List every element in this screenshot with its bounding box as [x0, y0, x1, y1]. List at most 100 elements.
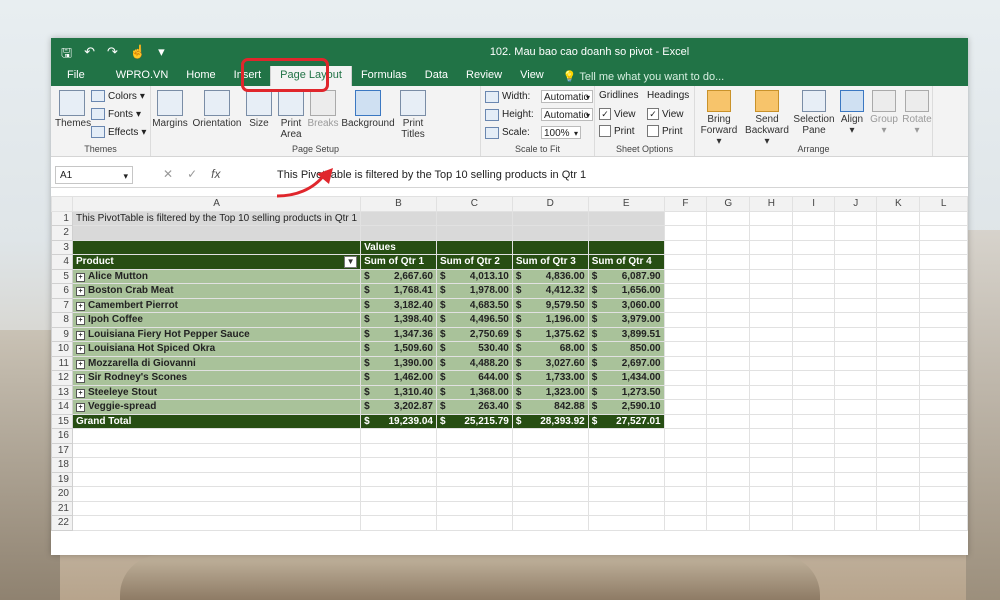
cell[interactable] — [792, 239, 836, 255]
width-dropdown[interactable]: Automatic — [541, 90, 593, 104]
cell[interactable] — [876, 500, 921, 516]
cell[interactable] — [749, 471, 794, 487]
row-header[interactable]: 16 — [51, 428, 73, 444]
cell[interactable] — [663, 457, 708, 473]
expand-icon[interactable]: + — [75, 345, 85, 355]
cell[interactable] — [876, 312, 921, 328]
cell[interactable] — [435, 225, 513, 241]
cell[interactable] — [876, 442, 921, 458]
cell[interactable] — [706, 384, 751, 400]
cell[interactable] — [511, 428, 589, 444]
row-header[interactable]: 3 — [51, 239, 73, 255]
tab-formulas[interactable]: Formulas — [352, 66, 416, 86]
print-area-button[interactable]: Print Area — [275, 90, 307, 140]
cell[interactable] — [876, 297, 921, 313]
cell[interactable] — [792, 254, 836, 270]
cell[interactable] — [749, 399, 794, 415]
cell[interactable] — [792, 457, 836, 473]
row-header[interactable]: 4 — [51, 254, 73, 270]
value-cell[interactable]: $1,434.00 — [587, 370, 665, 386]
themes-button[interactable]: Themes — [55, 90, 91, 129]
cell[interactable] — [792, 341, 836, 357]
value-cell[interactable]: $6,087.90 — [587, 268, 665, 284]
grand-total-cell[interactable]: $25,215.79 — [435, 413, 513, 429]
column-header[interactable]: F — [663, 196, 708, 212]
cell[interactable] — [792, 515, 836, 531]
align-button[interactable]: Align ▾ — [837, 90, 867, 136]
expand-icon[interactable]: + — [75, 272, 85, 282]
cell[interactable] — [919, 515, 968, 531]
row-header[interactable]: 20 — [51, 486, 73, 502]
product-header[interactable]: Product ▼ — [71, 254, 362, 270]
cell[interactable] — [435, 428, 513, 444]
cell[interactable] — [435, 457, 513, 473]
value-cell[interactable]: $3,899.51 — [587, 326, 665, 342]
cell[interactable] — [749, 457, 794, 473]
cell[interactable] — [360, 471, 437, 487]
cell[interactable] — [792, 268, 836, 284]
cell[interactable] — [663, 312, 708, 328]
cell[interactable] — [834, 428, 878, 444]
cell[interactable] — [706, 399, 751, 415]
cell[interactable] — [706, 268, 751, 284]
cell[interactable] — [919, 500, 968, 516]
cell[interactable] — [792, 486, 836, 502]
enter-icon[interactable]: ✓ — [187, 167, 197, 181]
cell[interactable] — [792, 210, 836, 226]
cell[interactable] — [792, 297, 836, 313]
tab-wpro[interactable]: WPRO.VN — [107, 66, 178, 86]
cell[interactable] — [71, 225, 362, 241]
cell[interactable] — [749, 225, 794, 241]
cell[interactable] — [919, 341, 968, 357]
value-cell[interactable]: $4,412.32 — [511, 283, 589, 299]
insert-function-icon[interactable]: fx — [211, 167, 220, 181]
cell[interactable] — [876, 355, 921, 371]
cell[interactable] — [876, 254, 921, 270]
cell[interactable] — [876, 457, 921, 473]
cell[interactable] — [919, 486, 968, 502]
cell[interactable] — [749, 355, 794, 371]
cell[interactable] — [792, 370, 836, 386]
value-cell[interactable]: $4,683.50 — [435, 297, 513, 313]
cell[interactable] — [834, 471, 878, 487]
cell[interactable] — [792, 413, 836, 429]
value-cell[interactable]: $4,488.20 — [435, 355, 513, 371]
cell[interactable] — [511, 210, 589, 226]
cell[interactable] — [919, 254, 968, 270]
cell[interactable] — [663, 297, 708, 313]
cell[interactable] — [792, 283, 836, 299]
grand-total-cell[interactable]: $27,527.01 — [587, 413, 665, 429]
tab-data[interactable]: Data — [416, 66, 457, 86]
cell[interactable] — [919, 428, 968, 444]
cell[interactable] — [706, 239, 751, 255]
row-header[interactable]: 12 — [51, 370, 73, 386]
cell[interactable] — [706, 326, 751, 342]
product-cell[interactable]: + Sir Rodney's Scones — [71, 370, 362, 386]
cell[interactable] — [749, 413, 794, 429]
cell[interactable] — [663, 225, 708, 241]
cell[interactable] — [876, 413, 921, 429]
cell[interactable] — [749, 341, 794, 357]
cell[interactable] — [511, 515, 589, 531]
cell[interactable] — [919, 283, 968, 299]
value-cell[interactable]: $1,462.00 — [360, 370, 437, 386]
cell[interactable] — [587, 486, 665, 502]
value-cell[interactable]: $850.00 — [587, 341, 665, 357]
cell[interactable] — [663, 384, 708, 400]
expand-icon[interactable]: + — [75, 316, 85, 326]
cell[interactable] — [663, 326, 708, 342]
value-cell[interactable]: $1,390.00 — [360, 355, 437, 371]
group-button[interactable]: Group ▾ — [869, 90, 899, 136]
product-cell[interactable]: + Louisiana Hot Spiced Okra — [71, 341, 362, 357]
value-cell[interactable]: $1,733.00 — [511, 370, 589, 386]
cell[interactable] — [360, 442, 437, 458]
value-cell[interactable]: $1,310.40 — [360, 384, 437, 400]
value-cell[interactable]: $1,273.50 — [587, 384, 665, 400]
cell[interactable] — [792, 225, 836, 241]
cell[interactable] — [71, 442, 362, 458]
cell[interactable] — [71, 486, 362, 502]
headings-view-checkbox[interactable]: ✓ View — [647, 108, 684, 120]
cell[interactable] — [706, 225, 751, 241]
cell[interactable] — [663, 239, 708, 255]
select-all-corner[interactable] — [51, 196, 73, 212]
